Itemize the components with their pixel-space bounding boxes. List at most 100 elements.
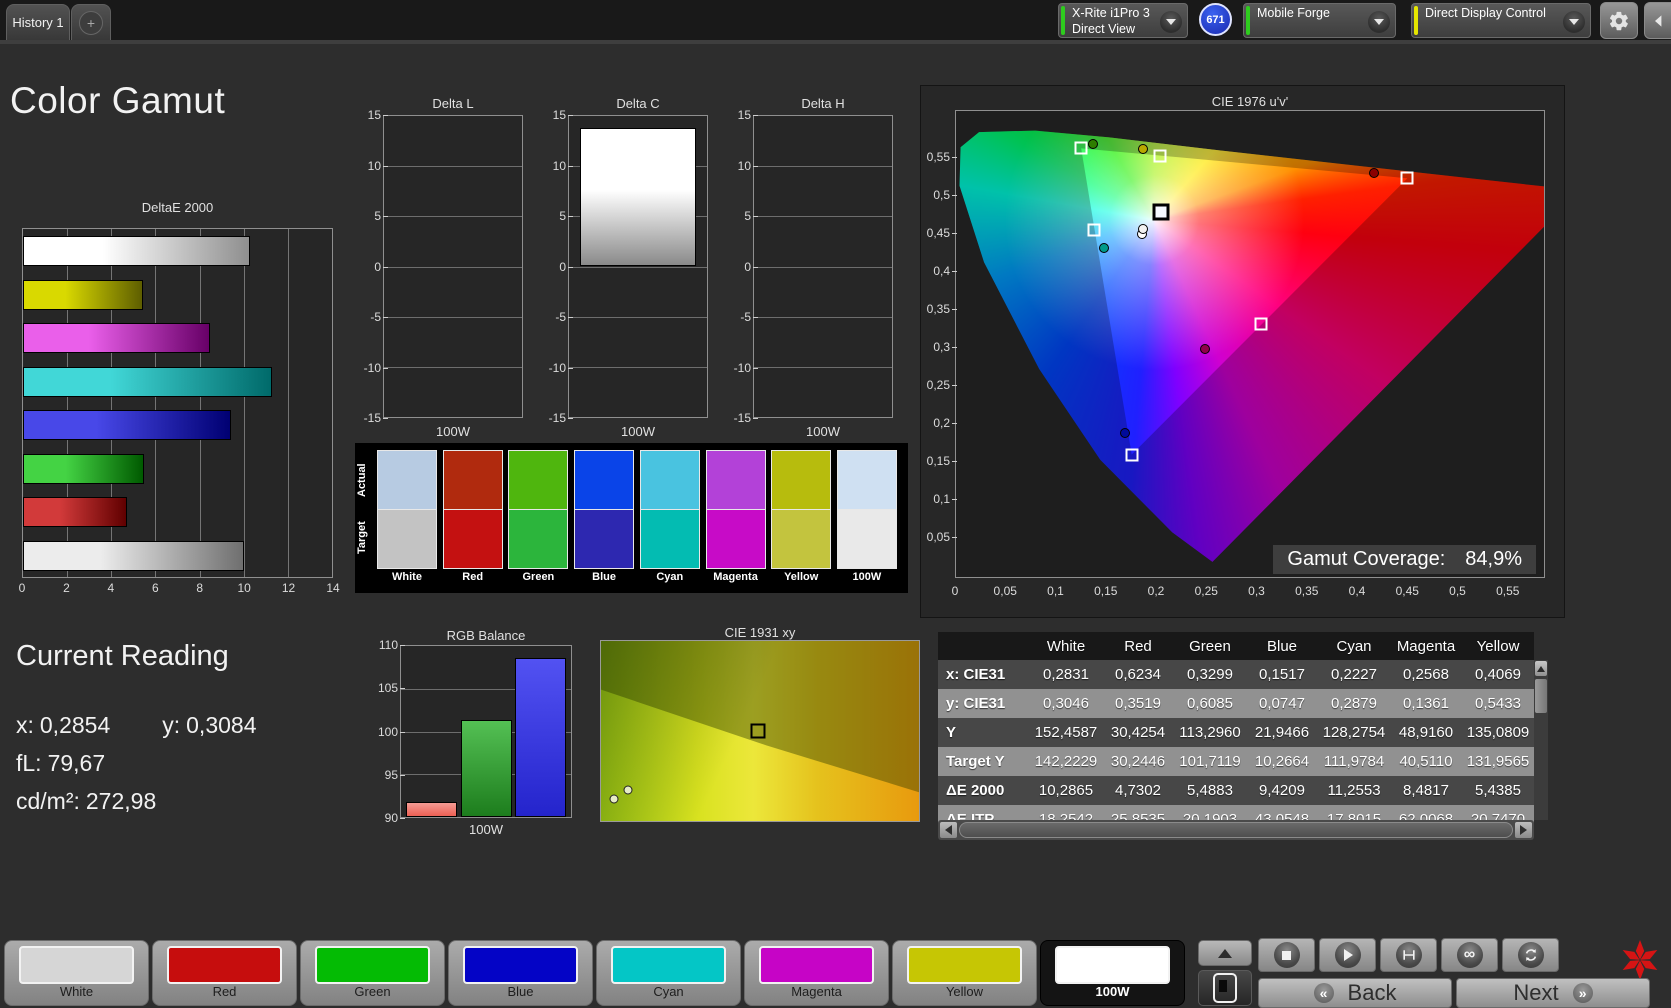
scroll-left-button[interactable] — [940, 822, 957, 838]
play-button[interactable] — [1319, 938, 1376, 972]
patch-button-label: Blue — [449, 984, 592, 999]
table-cell: 101,7119 — [1174, 747, 1246, 776]
deltae-x-axis: 02468101214 — [22, 581, 333, 597]
swatch-column-yellow: Yellow — [771, 450, 831, 586]
swatch-actual — [706, 450, 766, 510]
delta-h-title: Delta H — [753, 96, 893, 111]
table-cell: 0,4069 — [1462, 660, 1534, 689]
meter-status-stripe — [1061, 6, 1065, 35]
patch-button-magenta[interactable]: Magenta — [744, 940, 889, 1006]
swatch-actual — [640, 450, 700, 510]
swatch-target — [508, 509, 568, 569]
continuous-measure-button[interactable]: ∞ — [1441, 938, 1498, 972]
tab-history-1[interactable]: History 1 — [6, 4, 70, 40]
axis-tick-label: -5 — [555, 310, 566, 324]
patch-button-blue[interactable]: Blue — [448, 940, 593, 1006]
swatch-label: Blue — [574, 571, 634, 583]
gridline — [200, 229, 201, 577]
back-button[interactable]: « Back — [1258, 978, 1452, 1008]
axis-tick-label: 0,25 — [1195, 584, 1218, 598]
axis-tick-label: 100 — [378, 725, 398, 739]
gamut-coverage-value: 84,9% — [1465, 548, 1522, 570]
table-header-cell: Green — [1174, 632, 1246, 660]
swatch-label: 100W — [837, 571, 897, 583]
scroll-patches-up-button[interactable] — [1198, 940, 1252, 966]
cie1976-x-axis: 00,050,10,150,20,250,30,350,40,450,50,55 — [955, 584, 1545, 600]
color-patch — [315, 946, 430, 984]
table-header-cell: Red — [1102, 632, 1174, 660]
scroll-up-button[interactable] — [1535, 661, 1547, 676]
meter-dropdown[interactable]: X-Rite i1Pro 3 Direct View — [1058, 3, 1188, 38]
table-cell: 131,9565 — [1462, 747, 1534, 776]
vertical-scroll-thumb[interactable] — [1535, 679, 1547, 713]
color-patch — [19, 946, 134, 984]
gridline — [754, 166, 892, 167]
table-row: ΔE 200010,28654,73025,48839,420911,25538… — [938, 776, 1534, 805]
display-control-dropdown[interactable]: Direct Display Control — [1411, 3, 1591, 38]
patch-button-red[interactable]: Red — [152, 940, 297, 1006]
axis-tick-label: -15 — [734, 411, 751, 425]
table-row: Target Y142,222930,2446101,711910,266411… — [938, 747, 1534, 776]
cie1976-plot: Gamut Coverage:84,9% — [955, 110, 1545, 578]
swatch-column-white: White — [377, 450, 437, 586]
gridline — [384, 267, 522, 268]
swatch-target — [706, 509, 766, 569]
axis-tick-label: 15 — [368, 108, 381, 122]
table-row-label: x: CIE31 — [938, 660, 1030, 689]
table-cell: 0,2568 — [1390, 660, 1462, 689]
table-horizontal-scrollbar[interactable] — [938, 820, 1534, 840]
rgb-bar-green — [461, 720, 512, 817]
table-cell: 9,4209 — [1246, 776, 1318, 805]
patch-button-white[interactable]: White — [4, 940, 149, 1006]
swatch-column-blue: Blue — [574, 450, 634, 586]
axis-tick-label: -10 — [734, 361, 751, 375]
stop-button[interactable] — [1258, 938, 1315, 972]
cie1931-title: CIE 1931 xy — [600, 625, 920, 640]
axis-tick-label: 0,3 — [1248, 584, 1265, 598]
axis-tick-label: 0,15 — [927, 454, 950, 468]
swatch-column-red: Red — [443, 450, 503, 586]
interval-icon — [1401, 947, 1417, 963]
table-header: WhiteRedGreenBlueCyanMagentaYellow — [938, 632, 1534, 660]
scroll-right-button[interactable] — [1515, 822, 1532, 838]
rgb-balance-plot — [400, 645, 572, 818]
next-button[interactable]: Next » — [1456, 978, 1650, 1008]
table-vertical-scrollbar[interactable] — [1534, 660, 1548, 820]
patch-button-cyan[interactable]: Cyan — [596, 940, 741, 1006]
meter-count-badge: 671 — [1199, 3, 1232, 36]
axis-tick-label: 10 — [553, 159, 566, 173]
settings-button[interactable] — [1600, 2, 1638, 39]
patch-window-icon — [1213, 973, 1237, 1003]
refresh-button[interactable] — [1502, 938, 1559, 972]
add-tab-button[interactable]: + — [71, 4, 111, 40]
swatch-target — [574, 509, 634, 569]
table-cell: 152,4587 — [1030, 718, 1102, 747]
swatch-actual — [574, 450, 634, 510]
horizontal-scroll-thumb[interactable] — [959, 822, 1513, 838]
collapse-panel-button[interactable] — [1644, 2, 1671, 39]
patch-button-yellow[interactable]: Yellow — [892, 940, 1037, 1006]
target-marker-magenta — [1255, 318, 1268, 331]
reading-cdm2-value: 272,98 — [86, 788, 156, 814]
alert-asterisk-icon[interactable] — [1618, 938, 1662, 982]
double-chevron-left-icon: « — [1314, 983, 1334, 1003]
gear-icon — [1608, 10, 1630, 32]
axis-tick-label: 0 — [952, 584, 959, 598]
axis-tick-label: 0,3 — [933, 340, 950, 354]
source-status-stripe — [1246, 6, 1250, 35]
source-dropdown[interactable]: Mobile Forge — [1243, 3, 1396, 38]
meter-mode: Direct View — [1072, 22, 1135, 36]
patch-window-button[interactable] — [1198, 970, 1252, 1006]
single-measure-button[interactable] — [1380, 938, 1437, 972]
target-marker-white — [1153, 204, 1170, 221]
patch-button-100w[interactable]: 100W — [1040, 940, 1185, 1006]
gridline — [754, 367, 892, 368]
triangle-left-icon — [945, 825, 952, 835]
reading-x-label: x: — [16, 712, 34, 738]
meter-name: X-Rite i1Pro 3 — [1072, 6, 1150, 20]
table-cell: 5,4385 — [1462, 776, 1534, 805]
swatch-target — [771, 509, 831, 569]
color-patch — [611, 946, 726, 984]
gridline — [155, 229, 156, 577]
patch-button-green[interactable]: Green — [300, 940, 445, 1006]
